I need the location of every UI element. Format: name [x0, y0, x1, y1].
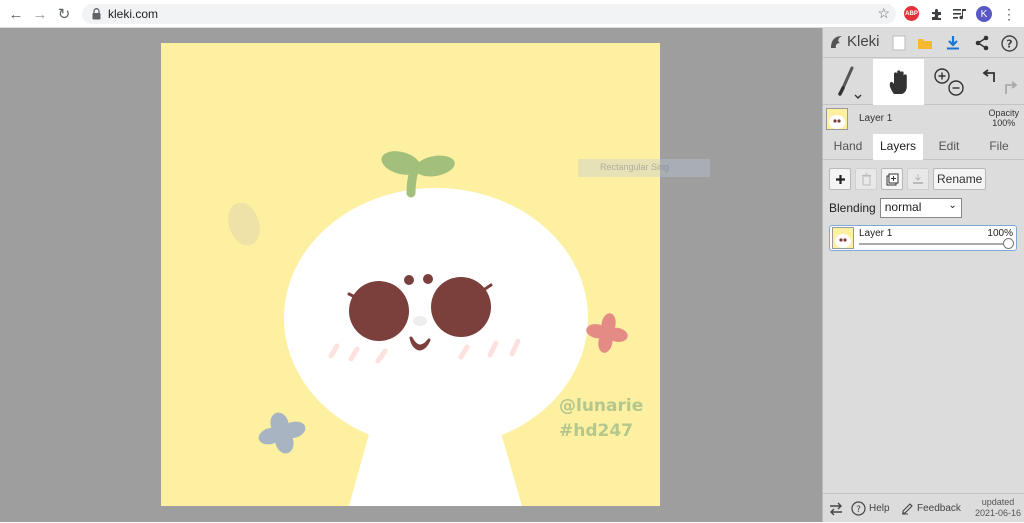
- nose: [413, 316, 427, 326]
- swap-side-button[interactable]: [828, 494, 844, 523]
- duplicate-icon: [886, 173, 898, 185]
- opacity-readout: Opacity 100%: [988, 108, 1019, 128]
- blending-label: Blending: [829, 201, 876, 215]
- blue-flower-shape: [258, 412, 306, 454]
- reload-icon[interactable]: ↻: [54, 4, 74, 24]
- adblock-extension-icon[interactable]: ABP: [904, 6, 919, 21]
- kleki-sidebar: Kleki ? Layer 1 Opacity 100% Hand Layers…: [822, 28, 1024, 522]
- tool-row: [823, 59, 1024, 105]
- kleki-logo[interactable]: Kleki: [829, 33, 880, 50]
- swap-arrows-icon: [830, 502, 842, 515]
- trash-icon: [861, 173, 871, 185]
- plus-icon: [835, 174, 845, 184]
- add-layer-button[interactable]: [829, 168, 851, 190]
- app-name: Kleki: [847, 33, 880, 50]
- sidebar-footer: ? Help Feedback updated 2021-06-16: [823, 493, 1024, 522]
- download-icon[interactable]: [943, 33, 963, 53]
- forward-icon[interactable]: →: [30, 4, 50, 24]
- bookmark-star-icon[interactable]: ☆: [877, 5, 890, 22]
- help-circle-icon[interactable]: ?: [999, 33, 1019, 53]
- feedback-pencil-icon: [902, 503, 913, 515]
- layer-opacity-slider[interactable]: [859, 243, 1008, 245]
- merge-down-icon: [913, 174, 923, 184]
- current-layer-preview: Layer 1 Opacity 100%: [823, 106, 1024, 134]
- extensions-puzzle-icon[interactable]: [927, 5, 945, 23]
- blending-row: Blending normal ⌄: [829, 198, 962, 218]
- help-button[interactable]: ? Help: [851, 494, 890, 523]
- layer-preview-name: Layer 1: [859, 113, 893, 124]
- sidebar-topbar: Kleki ?: [823, 28, 1024, 58]
- undo-redo-controls: [974, 59, 1024, 105]
- back-icon[interactable]: ←: [6, 4, 26, 24]
- chevron-down-icon: ⌄: [948, 200, 957, 211]
- rename-layer-button[interactable]: Rename: [933, 168, 987, 190]
- hand-icon: [889, 70, 907, 94]
- svg-text:?: ?: [1006, 37, 1012, 50]
- brush-icon: [838, 66, 862, 99]
- faint-petal-shape: [228, 202, 260, 246]
- lock-icon: [92, 8, 101, 20]
- tab-edit[interactable]: Edit: [924, 134, 974, 160]
- opacity-label: Opacity: [988, 108, 1019, 118]
- updated-date: 2021-06-16: [974, 508, 1021, 518]
- updated-info: updated 2021-06-16: [975, 497, 1021, 519]
- watermark-tag: #hd247: [559, 421, 633, 441]
- watermark-handle: @lunarie: [559, 396, 643, 416]
- pink-flower-shape: [586, 313, 628, 353]
- layer-list-item[interactable]: Layer 1 100%: [829, 225, 1017, 251]
- tab-layers[interactable]: Layers: [873, 134, 923, 160]
- zoom-controls: [924, 59, 974, 105]
- layer-opacity-slider-handle[interactable]: [1003, 238, 1014, 249]
- layer-thumbnail: [832, 227, 854, 249]
- updated-label: updated: [981, 497, 1015, 507]
- delete-layer-button[interactable]: [855, 168, 877, 190]
- right-eye: [431, 277, 491, 337]
- open-folder-icon[interactable]: [915, 33, 935, 53]
- layer-preview-thumbnail: [826, 108, 848, 130]
- media-queue-icon[interactable]: [951, 5, 969, 23]
- eyebrow-dot-left: [404, 275, 414, 285]
- artwork: @lunarie #hd247: [228, 151, 643, 506]
- help-icon: ?: [851, 501, 866, 516]
- blending-value: normal: [884, 200, 922, 214]
- sprout-leaf-right: [415, 155, 455, 177]
- duplicate-layer-button[interactable]: [881, 168, 903, 190]
- browser-menu-icon[interactable]: ⋮: [1000, 5, 1018, 23]
- drawing-workspace[interactable]: @lunarie #hd247 Rectangular Sing: [0, 28, 822, 522]
- blending-select[interactable]: normal ⌄: [879, 198, 962, 218]
- sidebar-tabs: Hand Layers Edit File: [823, 134, 1024, 160]
- kleki-logo-icon: [831, 35, 842, 48]
- feedback-button[interactable]: Feedback: [901, 494, 961, 523]
- drawing-canvas[interactable]: @lunarie #hd247: [161, 43, 660, 506]
- new-image-icon[interactable]: [889, 33, 909, 53]
- svg-text:?: ?: [856, 505, 861, 515]
- hand-tool[interactable]: [873, 59, 924, 105]
- tab-hand[interactable]: Hand: [823, 134, 873, 160]
- brush-tool[interactable]: [823, 59, 873, 105]
- layer-name: Layer 1: [859, 228, 893, 239]
- help-label: Help: [869, 503, 890, 514]
- address-bar[interactable]: kleki.com ☆: [82, 4, 896, 24]
- tab-file[interactable]: File: [974, 134, 1024, 160]
- opacity-value: 100%: [992, 118, 1016, 128]
- left-eye: [349, 281, 409, 341]
- profile-avatar[interactable]: K: [976, 6, 992, 22]
- share-icon[interactable]: [972, 33, 992, 53]
- url-text: kleki.com: [108, 7, 159, 21]
- browser-toolbar: ← → ↻ kleki.com ☆ ABP K ⋮: [0, 0, 1024, 28]
- merge-layer-button[interactable]: [907, 168, 929, 190]
- ghost-tooltip: Rectangular Sing: [578, 159, 710, 177]
- layer-buttons: Rename: [829, 168, 987, 190]
- feedback-label: Feedback: [917, 503, 961, 514]
- eyebrow-dot-right: [423, 274, 433, 284]
